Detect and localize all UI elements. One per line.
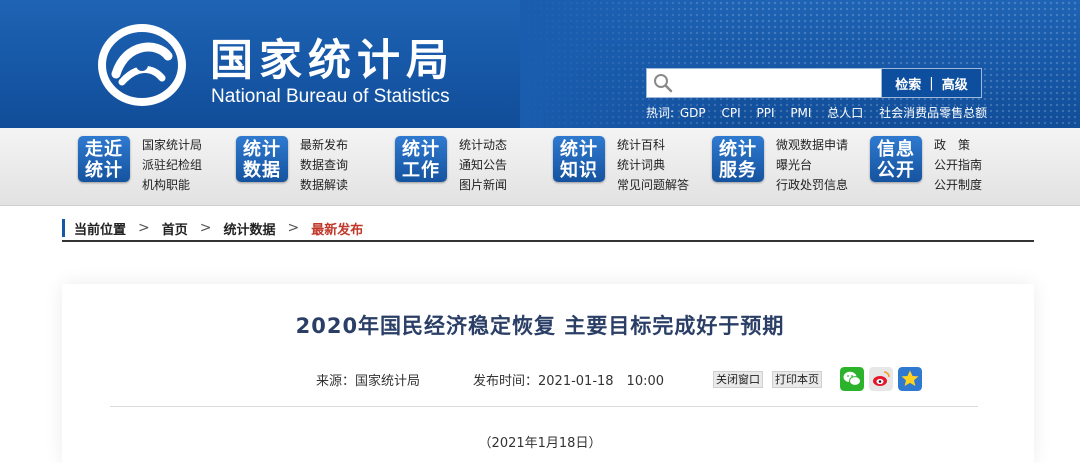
nav-badge-service[interactable]: 统计 服务 — [712, 136, 764, 182]
search-icon — [654, 74, 673, 93]
article-source: 来源：国家统计局 — [316, 374, 421, 389]
hot-word-link[interactable]: CPI — [721, 106, 740, 120]
hot-word-link[interactable]: PMI — [790, 106, 811, 120]
nav-link[interactable]: 图片新闻 — [459, 175, 507, 195]
site-header: 国家统计局 National Bureau of Statistics 检索 |… — [0, 0, 1080, 128]
search-button[interactable]: 检索 — [895, 74, 921, 93]
nav-link[interactable]: 统计动态 — [459, 135, 507, 155]
nav-link[interactable]: 统计百科 — [617, 135, 689, 155]
nav-badge-disclosure[interactable]: 信息 公开 — [870, 136, 922, 182]
nav-link[interactable]: 公开指南 — [934, 155, 982, 175]
breadcrumb-arrow: > — [287, 220, 300, 236]
breadcrumb-label: 当前位置 — [74, 222, 127, 238]
nav-link[interactable]: 常见问题解答 — [617, 175, 689, 195]
hot-words: 热词: GDP CPI PPI PMI 总人口 社会消费品零售总额 — [646, 104, 999, 121]
star-icon[interactable] — [898, 367, 922, 391]
search-buttons: 检索 | 高级 — [882, 68, 982, 98]
nav-badge-about[interactable]: 走近 统计 — [78, 136, 130, 182]
nav-badge-data[interactable]: 统计 数据 — [236, 136, 288, 182]
main-nav: 走近 统计 国家统计局 派驻纪检组 机构职能 统计 数据 最新发布 数据查询 数据解… — [0, 128, 1080, 206]
nbs-logo-icon[interactable] — [96, 22, 188, 108]
nav-badge-work[interactable]: 统计 工作 — [395, 136, 447, 182]
nav-link[interactable]: 派驻纪检组 — [142, 155, 202, 175]
breadcrumb-current[interactable]: 最新发布 — [311, 219, 363, 238]
nav-link[interactable]: 曝光台 — [776, 155, 848, 175]
breadcrumb-arrow: > — [138, 220, 150, 236]
nav-link[interactable]: 统计词典 — [617, 155, 689, 175]
breadcrumb-arrow: > — [199, 220, 212, 236]
nav-link[interactable]: 数据解读 — [300, 175, 348, 195]
search-separator: | — [929, 75, 934, 91]
hot-words-label: 热词: — [646, 106, 675, 120]
breadcrumb-home[interactable]: 首页 — [162, 219, 188, 238]
breadcrumb: 当前位置 > 首页 > 统计数据 > 最新发布 — [62, 216, 363, 240]
site-title: 国家统计局 — [210, 36, 455, 86]
article-publish-time: 发布时间：2021-01-18 10:00 — [473, 374, 665, 389]
search-input[interactable] — [646, 68, 882, 98]
breadcrumb-stats-data[interactable]: 统计数据 — [224, 219, 276, 238]
print-page-button[interactable]: 打印本页 — [772, 371, 822, 388]
hot-word-link[interactable]: 社会消费品零售总额 — [879, 106, 987, 120]
close-window-button[interactable]: 关闭窗口 — [713, 371, 763, 388]
hot-word-link[interactable]: GDP — [680, 106, 706, 120]
nav-badge-knowledge[interactable]: 统计 知识 — [553, 136, 605, 182]
nav-link[interactable]: 数据查询 — [300, 155, 348, 175]
nav-link[interactable]: 最新发布 — [300, 135, 348, 155]
nav-link[interactable]: 公开制度 — [934, 175, 982, 195]
article-divider — [110, 406, 978, 407]
nav-link[interactable]: 政 策 — [934, 135, 982, 155]
advanced-search-button[interactable]: 高级 — [942, 74, 968, 93]
breadcrumb-divider — [62, 240, 1034, 242]
wechat-icon[interactable] — [840, 367, 864, 391]
nav-link[interactable]: 通知公告 — [459, 155, 507, 175]
weibo-icon[interactable] — [869, 367, 893, 391]
hot-word-link[interactable]: PPI — [756, 106, 774, 120]
nav-link[interactable]: 行政处罚信息 — [776, 175, 848, 195]
site-title-en: National Bureau of Statistics — [211, 86, 450, 107]
nav-link[interactable]: 微观数据申请 — [776, 135, 848, 155]
article-date-line: （2021年1月18日） — [478, 436, 602, 451]
hot-word-link[interactable]: 总人口 — [827, 106, 863, 120]
breadcrumb-marker — [62, 219, 65, 237]
nav-link[interactable]: 机构职能 — [142, 175, 202, 195]
nav-link[interactable]: 国家统计局 — [142, 135, 202, 155]
article-title: 2020年国民经济稳定恢复 主要目标完成好于预期 — [295, 314, 785, 338]
